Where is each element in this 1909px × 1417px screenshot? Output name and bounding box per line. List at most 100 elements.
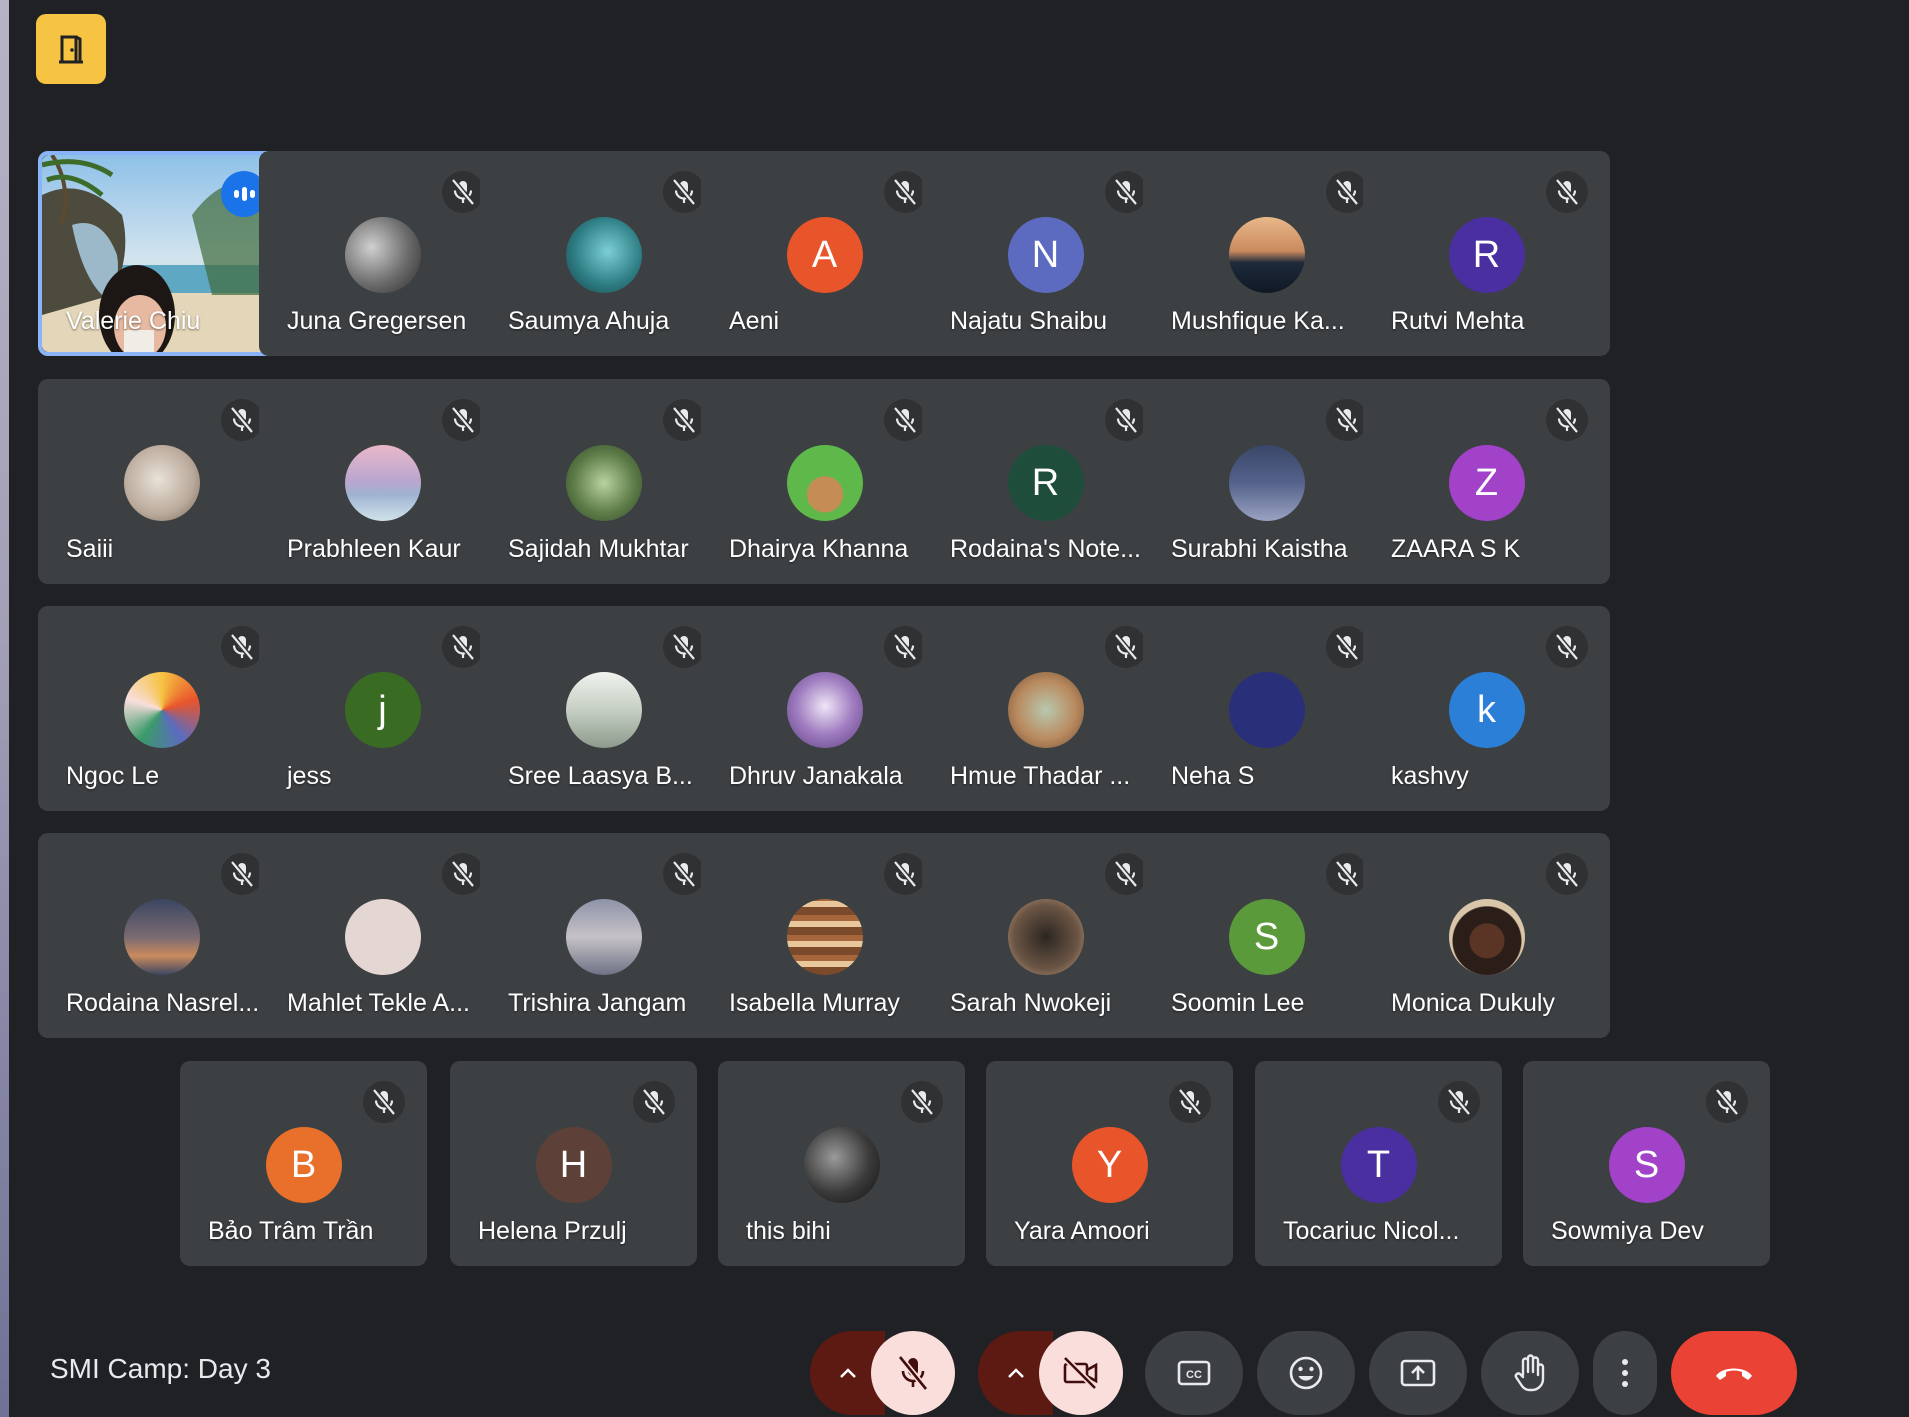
participant-tile[interactable]: S Soomin Lee: [1143, 833, 1390, 1038]
participant-tile[interactable]: Dhairya Khanna: [701, 379, 948, 584]
participant-name: Isabella Murray: [729, 989, 900, 1017]
participant-avatar: [786, 672, 863, 748]
participant-tile[interactable]: Saiii: [38, 379, 285, 584]
participant-name: Dhairya Khanna: [729, 535, 909, 563]
participant-avatar: S: [1608, 1127, 1685, 1203]
participant-tile[interactable]: Monica Dukuly: [1363, 833, 1610, 1038]
room-info-button[interactable]: [36, 14, 106, 84]
participant-tile[interactable]: Ngoc Le: [38, 606, 285, 811]
participant-name: Saumya Ahuja: [508, 307, 670, 335]
muted-indicator: [1438, 1081, 1480, 1123]
participant-avatar: [123, 899, 200, 975]
mic-off-icon: [672, 178, 696, 206]
participant-name: Hmue Thadar ...: [950, 762, 1131, 790]
participant-name: kashvy: [1391, 762, 1469, 790]
more-vert-icon: [1622, 1359, 1628, 1387]
more-options-button[interactable]: [1593, 1331, 1657, 1415]
mic-off-icon: [893, 178, 917, 206]
participant-tile[interactable]: Mushfique Ka...: [1143, 151, 1390, 356]
participant-tile[interactable]: Neha S: [1143, 606, 1390, 811]
participant-avatar: j: [344, 672, 421, 748]
participant-avatar: [123, 672, 200, 748]
raise-hand-button[interactable]: [1481, 1331, 1579, 1415]
participant-tile[interactable]: Mahlet Tekle A...: [259, 833, 506, 1038]
reactions-button[interactable]: [1257, 1331, 1355, 1415]
participant-tile[interactable]: k kashvy: [1363, 606, 1610, 811]
muted-indicator: [633, 1081, 675, 1123]
participant-avatar: [565, 899, 642, 975]
mic-off-icon: [893, 860, 917, 888]
participant-tile[interactable]: Trishira Jangam: [480, 833, 727, 1038]
mic-off-icon: [1114, 633, 1138, 661]
captions-button[interactable]: CC: [1145, 1331, 1243, 1415]
participant-tile[interactable]: N Najatu Shaibu: [922, 151, 1169, 356]
muted-indicator: [1326, 399, 1368, 441]
participant-name: Rutvi Mehta: [1391, 307, 1525, 335]
muted-indicator: [1546, 399, 1588, 441]
muted-indicator: [1326, 626, 1368, 668]
muted-indicator: [884, 853, 926, 895]
participant-name: Dhruv Janakala: [729, 762, 903, 790]
camera-toggle-button[interactable]: [1039, 1331, 1123, 1415]
participant-tile[interactable]: Prabhleen Kaur: [259, 379, 506, 584]
muted-indicator: [1326, 853, 1368, 895]
participant-tile[interactable]: R Rutvi Mehta: [1363, 151, 1610, 356]
participant-tile[interactable]: Z ZAARA S K: [1363, 379, 1610, 584]
mic-off-icon: [1715, 1088, 1739, 1116]
participant-tile[interactable]: Juna Gregersen: [259, 151, 506, 356]
participant-tile[interactable]: j jess: [259, 606, 506, 811]
participant-tile[interactable]: Valerie Chiu: [38, 151, 285, 356]
participant-tile[interactable]: S Sowmiya Dev: [1523, 1061, 1770, 1266]
participant-tile[interactable]: Dhruv Janakala: [701, 606, 948, 811]
mic-off-icon: [451, 860, 475, 888]
participant-name: Aeni: [729, 307, 780, 335]
microphone-toggle-button[interactable]: [871, 1331, 955, 1415]
participant-tile[interactable]: H Helena Przulj: [450, 1061, 697, 1266]
participant-tile[interactable]: B Bảo Trâm Trần: [180, 1061, 427, 1266]
muted-indicator: [1706, 1081, 1748, 1123]
participant-tile[interactable]: this bihi: [718, 1061, 965, 1266]
participant-tile[interactable]: Sajidah Mukhtar: [480, 379, 727, 584]
participant-name: Yara Amoori: [1014, 1217, 1150, 1245]
participant-avatar: N: [1007, 217, 1084, 293]
participant-tile[interactable]: R Rodaina's Note...: [922, 379, 1169, 584]
participant-tile[interactable]: Isabella Murray: [701, 833, 948, 1038]
participant-avatar: k: [1448, 672, 1525, 748]
participant-tile[interactable]: Y Yara Amoori: [986, 1061, 1233, 1266]
muted-indicator: [1326, 171, 1368, 213]
participant-tile[interactable]: Rodaina Nasrel...: [38, 833, 285, 1038]
hand-icon: [1514, 1354, 1545, 1392]
participant-name: Monica Dukuly: [1391, 989, 1555, 1017]
participant-avatar: [344, 445, 421, 521]
participant-avatar: S: [1228, 899, 1305, 975]
participant-tile[interactable]: A Aeni: [701, 151, 948, 356]
participant-tile[interactable]: T Tocariuc Nicol...: [1255, 1061, 1502, 1266]
participant-tile[interactable]: Sree Laasya B...: [480, 606, 727, 811]
mic-off-icon: [1555, 860, 1579, 888]
mic-off-icon: [230, 860, 254, 888]
participant-name: this bihi: [746, 1217, 831, 1245]
participant-tile[interactable]: Sarah Nwokeji: [922, 833, 1169, 1038]
muted-indicator: [1546, 853, 1588, 895]
muted-indicator: [663, 171, 705, 213]
participant-avatar: [803, 1127, 880, 1203]
mic-off-icon: [1335, 406, 1359, 434]
muted-indicator: [1105, 171, 1147, 213]
muted-indicator: [442, 399, 484, 441]
camera-off-icon: [1062, 1355, 1098, 1391]
mic-off-icon: [1447, 1088, 1471, 1116]
mic-off-icon: [372, 1088, 396, 1116]
leave-call-button[interactable]: [1671, 1331, 1797, 1415]
mic-off-icon: [1555, 633, 1579, 661]
participant-name: Tocariuc Nicol...: [1283, 1217, 1460, 1245]
participant-tile[interactable]: Hmue Thadar ...: [922, 606, 1169, 811]
present-screen-button[interactable]: [1369, 1331, 1467, 1415]
participant-avatar: Y: [1071, 1127, 1148, 1203]
mic-off-icon: [1114, 860, 1138, 888]
meeting-title: SMI Camp: Day 3: [50, 1353, 271, 1384]
mic-off-icon: [893, 633, 917, 661]
participant-tile[interactable]: Saumya Ahuja: [480, 151, 727, 356]
participant-avatar: R: [1448, 217, 1525, 293]
mic-off-icon: [1555, 406, 1579, 434]
participant-tile[interactable]: Surabhi Kaistha: [1143, 379, 1390, 584]
